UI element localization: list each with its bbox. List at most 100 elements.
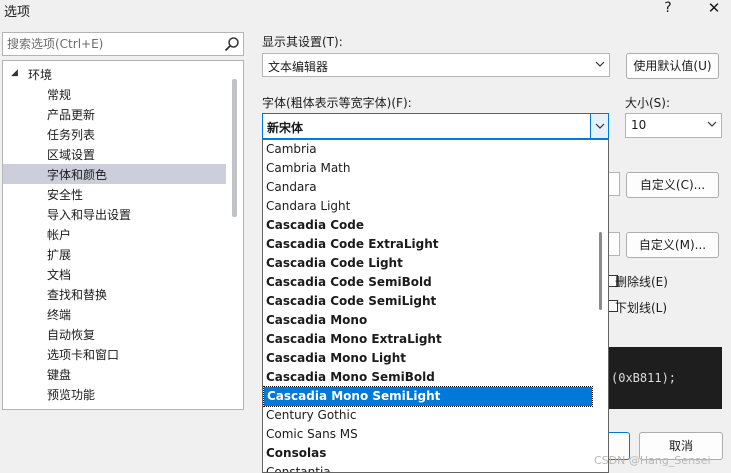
- font-option-label: Cascadia Mono SemiBold: [266, 370, 435, 384]
- search-input[interactable]: [7, 36, 217, 52]
- font-option-label: Cascadia Mono SemiLight: [267, 389, 441, 403]
- search-icon[interactable]: [224, 36, 240, 52]
- tree-item[interactable]: 选项卡和窗口: [3, 344, 226, 364]
- tree-item[interactable]: 自动恢复: [3, 324, 226, 344]
- font-option-label: Cascadia Mono ExtraLight: [266, 332, 442, 346]
- font-option[interactable]: Candara Light: [263, 197, 593, 216]
- tree-item[interactable]: 区域设置: [3, 144, 226, 164]
- font-dropdown-list[interactable]: Cambria Cambria Math Candara Candara Light C…: [262, 139, 609, 473]
- tree-item[interactable]: 产品更新: [3, 104, 226, 124]
- tree-item-label: 文档: [47, 268, 72, 282]
- tree-item-label: 常规: [47, 88, 72, 102]
- chevron-down-icon: [595, 61, 605, 67]
- tree-item-label: 终端: [47, 308, 72, 322]
- font-option-label: Cascadia Code SemiBold: [266, 275, 432, 289]
- font-option[interactable]: Cascadia Code SemiBold: [263, 273, 593, 292]
- size-value: 10: [631, 118, 647, 132]
- tree-item-label: 产品更新: [47, 108, 96, 122]
- tree-item-label: 扩展: [47, 248, 72, 262]
- tree-item[interactable]: 预览功能: [3, 384, 226, 404]
- background-color-combo[interactable]: [608, 232, 620, 256]
- font-option-label: Cascadia Code ExtraLight: [266, 237, 439, 251]
- font-option-label: Cascadia Mono Light: [266, 351, 407, 365]
- size-combo[interactable]: 10: [625, 113, 722, 138]
- font-option[interactable]: Cascadia Code ExtraLight: [263, 235, 593, 254]
- tree-item-label: 键盘: [47, 368, 72, 382]
- font-option[interactable]: Cambria: [263, 140, 593, 159]
- font-value: 新宋体: [267, 121, 304, 135]
- preview-pane: (0xB811);: [608, 347, 722, 409]
- title-bar: 选项 ? ✕: [0, 0, 731, 22]
- search-box[interactable]: [2, 32, 244, 56]
- size-label: 大小(S):: [625, 96, 671, 110]
- tree-item-label: 导入和导出设置: [47, 208, 132, 222]
- font-label: 字体(粗体表示等宽字体)(F):: [262, 96, 412, 110]
- font-option-label: Cambria: [266, 142, 317, 156]
- font-option[interactable]: Candara: [263, 178, 593, 197]
- options-tree: ◢ 环境 常规产品更新任务列表区域设置字体和颜色安全性导入和导出设置 帐户扩展文档…: [2, 60, 244, 410]
- tree-item[interactable]: 扩展: [3, 244, 226, 264]
- tree-item[interactable]: 查找和替换: [3, 284, 226, 304]
- customize-m-button[interactable]: 自定义(M)...: [626, 232, 719, 258]
- display-settings-value: 文本编辑器: [268, 60, 329, 74]
- font-option-label: Cascadia Mono: [266, 313, 368, 327]
- font-option[interactable]: Consolas: [263, 444, 593, 463]
- preview-text: (0xB811);: [611, 371, 677, 385]
- font-option[interactable]: Cascadia Code: [263, 216, 593, 235]
- display-settings-combo[interactable]: 文本编辑器: [262, 53, 610, 77]
- tree-root-label: 环境: [28, 68, 53, 82]
- font-option[interactable]: Cascadia Mono SemiBold: [263, 368, 593, 387]
- close-button[interactable]: ✕: [700, 0, 728, 18]
- tree-item[interactable]: 键盘: [3, 364, 226, 384]
- dropdown-scrollbar[interactable]: [596, 140, 608, 472]
- font-dropdown-button[interactable]: [590, 114, 608, 138]
- tree-item[interactable]: 常规: [3, 84, 226, 104]
- font-option-label: Constantia: [266, 465, 331, 473]
- foreground-color-combo[interactable]: [608, 172, 620, 196]
- tree-item-label: 选项卡和窗口: [47, 348, 120, 362]
- chevron-down-icon: [707, 121, 717, 127]
- font-option-label: Comic Sans MS: [266, 427, 358, 441]
- tree-item[interactable]: 任务列表: [3, 124, 226, 144]
- tree-item-label: 区域设置: [47, 148, 96, 162]
- font-option[interactable]: Cascadia Mono: [263, 311, 593, 330]
- help-button[interactable]: ?: [655, 0, 681, 18]
- font-option[interactable]: Comic Sans MS: [263, 425, 593, 444]
- tree-item-label: 查找和替换: [47, 288, 108, 302]
- font-combo[interactable]: 新宋体: [262, 113, 609, 139]
- tree-item[interactable]: 文档: [3, 264, 226, 284]
- font-option-label: Cascadia Code SemiLight: [266, 294, 437, 308]
- underline-label: 下划线(L): [615, 301, 668, 315]
- tree-item-environment[interactable]: ◢ 环境: [3, 64, 229, 84]
- font-option-label: Candara Light: [266, 199, 351, 213]
- tree-item-label: 帐户: [47, 228, 72, 242]
- strikethrough-label: 删除线(E): [615, 275, 668, 289]
- font-option[interactable]: Cascadia Mono SemiLight: [263, 386, 593, 407]
- watermark: CSDN @Hang_Sensei: [594, 454, 711, 467]
- font-option[interactable]: Cascadia Mono Light: [263, 349, 593, 368]
- tree-item[interactable]: 终端: [3, 304, 226, 324]
- tree-item[interactable]: 帐户: [3, 224, 226, 244]
- font-option-label: Candara: [266, 180, 317, 194]
- font-option-label: Cascadia Code Light: [266, 256, 403, 270]
- font-option[interactable]: Century Gothic: [263, 406, 593, 425]
- tree-item[interactable]: 字体和颜色: [3, 164, 226, 184]
- window-title: 选项: [4, 5, 31, 20]
- font-option[interactable]: Cascadia Code SemiLight: [263, 292, 593, 311]
- font-option[interactable]: Cambria Math: [263, 159, 593, 178]
- font-option-label: Consolas: [266, 446, 327, 460]
- use-default-button[interactable]: 使用默认值(U): [626, 53, 719, 79]
- font-option[interactable]: Cascadia Mono ExtraLight: [263, 330, 593, 349]
- tree-scrollbar[interactable]: [232, 79, 237, 217]
- font-option[interactable]: Cascadia Code Light: [263, 254, 593, 273]
- display-settings-label: 显示其设置(T):: [262, 35, 343, 49]
- tree-item[interactable]: 安全性: [3, 184, 226, 204]
- font-option-label: Cambria Math: [266, 161, 351, 175]
- expand-arrow-icon[interactable]: ◢: [11, 68, 18, 78]
- dropdown-scroll-thumb[interactable]: [599, 232, 602, 310]
- tree-item-label: 字体和颜色: [47, 168, 108, 182]
- customize-c-button[interactable]: 自定义(C)...: [626, 172, 719, 198]
- font-option[interactable]: Constantia: [263, 463, 593, 473]
- tree-item[interactable]: 导入和导出设置: [3, 204, 226, 224]
- font-option-label: Cascadia Code: [266, 218, 365, 232]
